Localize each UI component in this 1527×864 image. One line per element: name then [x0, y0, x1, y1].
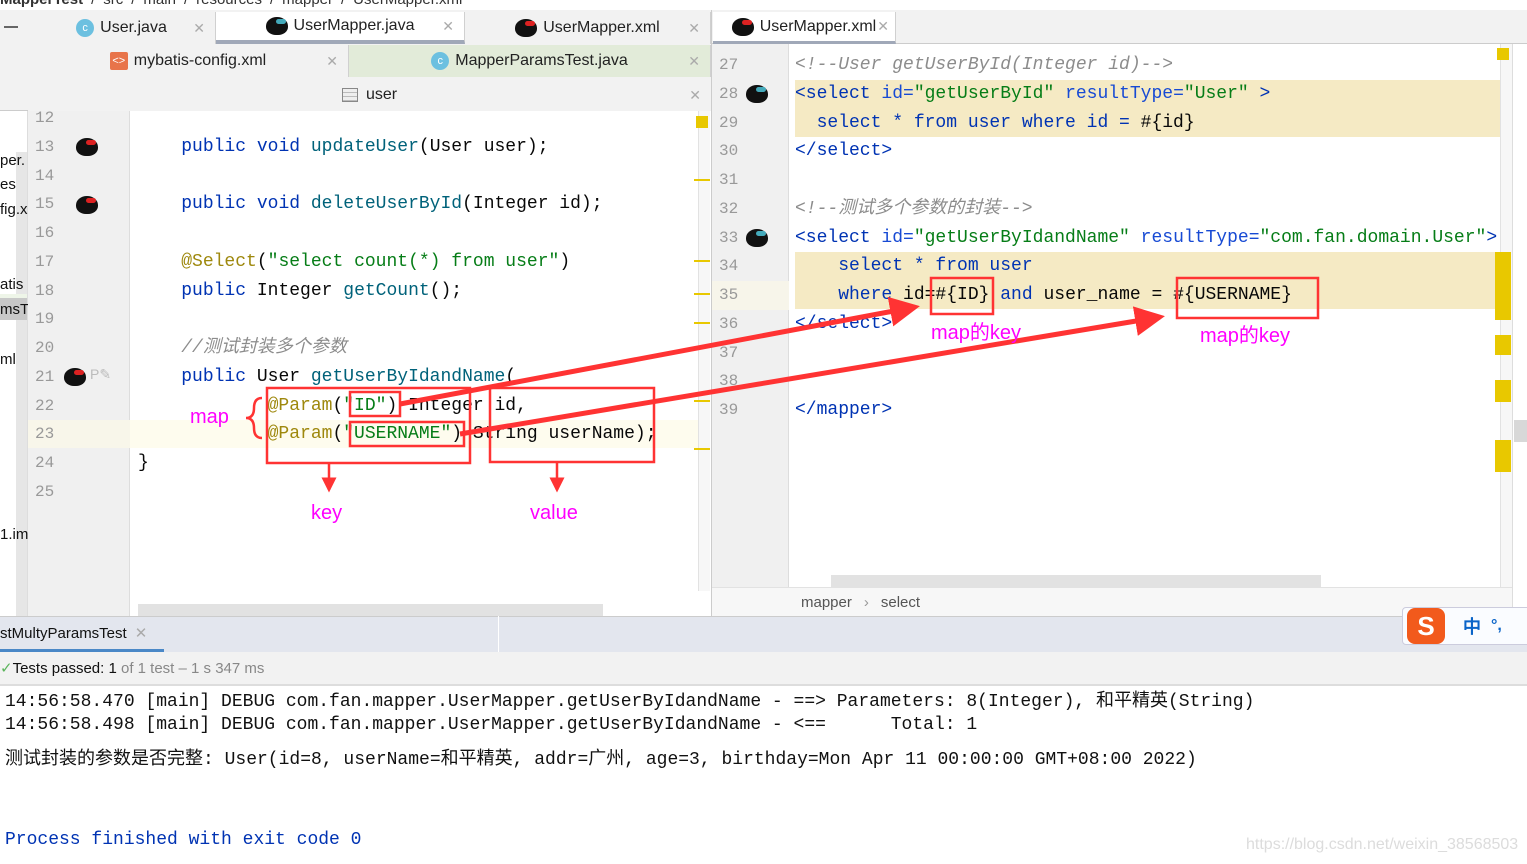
run-tab[interactable]: stMultyParamsTest ✕ — [0, 624, 164, 652]
map-key-label: map的key — [931, 322, 1022, 344]
sogou-logo-icon: S — [1407, 608, 1445, 644]
key-label: key — [311, 502, 343, 524]
id-key-box — [348, 390, 402, 418]
console-line: 14:56:58.498 [main] DEBUG com.fan.mapper… — [5, 715, 978, 735]
watermark: https://blog.csdn.net/weixin_38568503 — [1246, 836, 1519, 853]
username-placeholder-box — [1175, 276, 1320, 320]
ime-toolbar[interactable]: S 中 °, — [1402, 607, 1527, 645]
arrow-id — [399, 296, 920, 407]
map-brace — [245, 396, 263, 440]
run-tab-label: stMultyParamsTest — [0, 625, 127, 642]
id-placeholder-box — [929, 276, 995, 316]
console-exit-line: Process finished with exit code 0 — [5, 830, 362, 850]
close-icon[interactable]: ✕ — [135, 625, 148, 642]
arrow-username — [459, 306, 1165, 437]
map-key-label: map的key — [1200, 325, 1291, 347]
key-box — [265, 386, 472, 465]
ime-punctuation[interactable]: °, — [1491, 617, 1502, 635]
value-label: value — [530, 502, 578, 524]
username-key-box — [348, 420, 466, 448]
check-icon: ✓ — [0, 660, 13, 677]
map-label: map — [190, 406, 229, 428]
test-status-bar: ✓Tests passed: 1 of 1 test – 1 s 347 ms — [0, 652, 1527, 686]
console-line: 14:56:58.470 [main] DEBUG com.fan.mapper… — [5, 692, 1255, 712]
run-tabs-bar — [0, 616, 1527, 652]
console-line: 测试封装的参数是否完整: User(id=8, userName=和平精英, a… — [5, 750, 1197, 770]
ime-language[interactable]: 中 — [1463, 613, 1481, 639]
